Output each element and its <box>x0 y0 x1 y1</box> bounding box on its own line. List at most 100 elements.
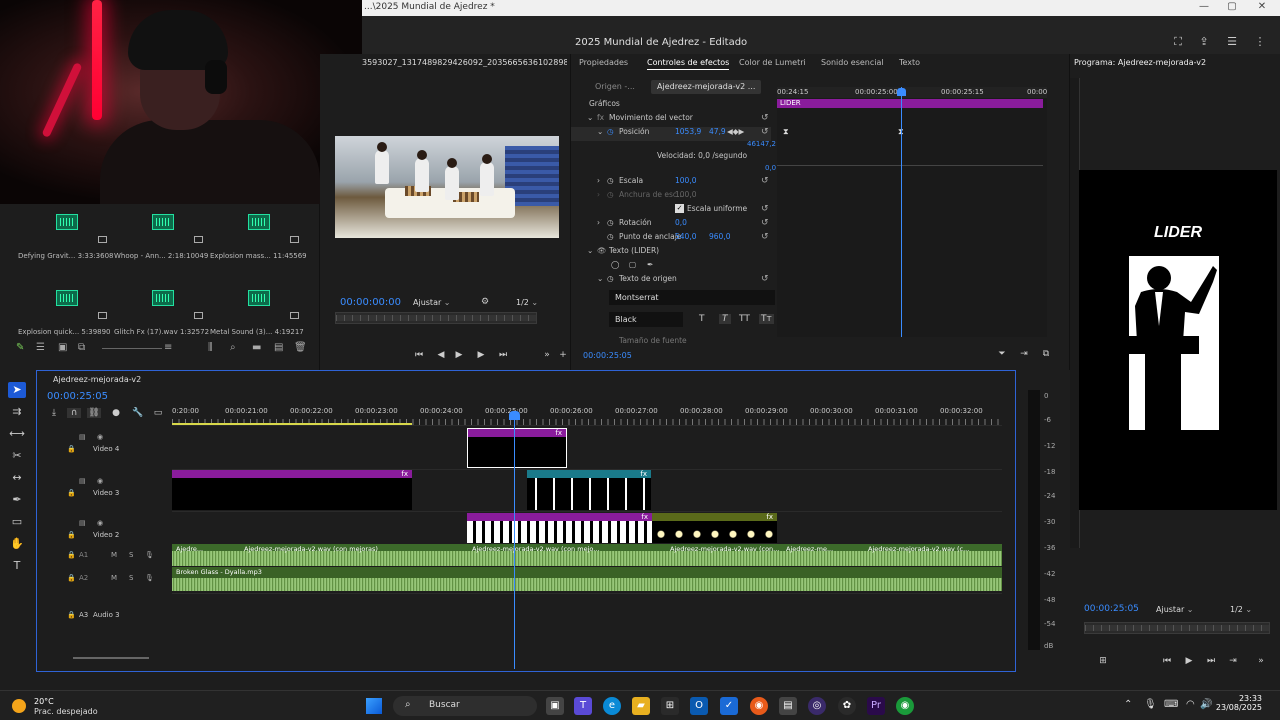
store-icon[interactable]: ⊞ <box>661 697 679 715</box>
capture-icon[interactable]: ✿ <box>838 697 856 715</box>
reset-icon[interactable]: ↺ <box>761 232 769 242</box>
eye-icon[interactable]: ◉ <box>97 433 103 441</box>
rotacion-value[interactable]: 0,0 <box>675 218 687 227</box>
step-forward-icon[interactable]: ⏭ <box>1204 656 1218 666</box>
reset-icon[interactable]: ↺ <box>761 204 769 214</box>
clip-lights[interactable]: fx <box>652 513 777 543</box>
stopwatch-icon[interactable]: ◷ <box>607 127 614 136</box>
filter-icon[interactable]: ⏷ <box>995 349 1009 359</box>
wifi-icon[interactable]: ◠ <box>1186 699 1195 710</box>
new-bin-icon[interactable]: ▬ <box>252 342 261 353</box>
anclaje-y[interactable]: 960,0 <box>709 232 730 241</box>
teams-icon[interactable]: T <box>574 697 592 715</box>
rect-mask-icon[interactable]: ▢ <box>629 260 636 269</box>
audio-lane-a1[interactable]: Ajedre... Ajedreez-mejorada-v2.wav (con … <box>172 544 1002 566</box>
share-icon[interactable]: ⇪ <box>1196 35 1212 49</box>
chevron-right-icon[interactable]: › <box>597 218 600 227</box>
lock-icon[interactable]: 🔒 <box>67 445 76 453</box>
mute-icon[interactable]: M <box>111 574 117 582</box>
film-icon[interactable]: ▤ <box>79 519 86 527</box>
icon-view-icon[interactable]: ▣ <box>58 342 67 353</box>
reset-icon[interactable]: ↺ <box>761 218 769 228</box>
sort-icon[interactable]: ≡ <box>164 342 172 353</box>
slip-tool-icon[interactable]: ↔ <box>8 470 26 486</box>
eye-icon[interactable]: ◉ <box>97 477 103 485</box>
source-timecode[interactable]: 00:00:00:00 <box>340 297 401 308</box>
volume-icon[interactable]: 🔊 <box>1200 699 1212 710</box>
tab-propiedades[interactable]: Propiedades <box>579 58 628 67</box>
program-timecode[interactable]: 00:00:25:05 <box>1084 604 1139 614</box>
clip-lider[interactable]: fx <box>467 428 567 468</box>
subtab-source[interactable]: Origen -... <box>589 80 641 94</box>
export-icon[interactable]: ⇥ <box>1017 349 1031 359</box>
file-explorer-icon[interactable]: ▰ <box>632 697 650 715</box>
mic-icon[interactable]: 🎙 <box>145 551 154 559</box>
more-icon[interactable]: » <box>540 350 554 360</box>
ellipse-mask-icon[interactable]: ◯ <box>611 260 619 269</box>
app-icon[interactable]: ▤ <box>779 697 797 715</box>
checkbox-checked-icon[interactable]: ✓ <box>675 204 684 213</box>
escala-value[interactable]: 100,0 <box>675 176 696 185</box>
bin-item[interactable]: Explosion mass... 11:45569 <box>210 210 306 270</box>
step-back-icon[interactable]: ⏮ <box>1160 656 1174 666</box>
chevron-down-icon[interactable]: ⌄ <box>597 127 603 136</box>
zoom-slider[interactable] <box>102 348 162 349</box>
chevron-right-icon[interactable]: › <box>597 176 600 185</box>
close-icon[interactable]: ✕ <box>1254 1 1270 12</box>
selection-tool-icon[interactable]: ➤ <box>8 382 26 398</box>
stopwatch-icon[interactable]: ◷ <box>607 232 614 241</box>
source-fit-dropdown[interactable]: Ajustar <box>413 298 451 307</box>
reset-icon[interactable]: ↺ <box>761 113 769 123</box>
film-icon[interactable]: ▤ <box>79 477 86 485</box>
row-posicion[interactable]: ⌄ ◷ Posición 1053,9 47,9 ◀◆▶ ↺ <box>571 127 771 141</box>
safe-margins-icon[interactable]: ⊞ <box>1096 656 1110 666</box>
audio-lane-a2[interactable]: Broken Glass - Dyalla.mp3 <box>172 567 1002 591</box>
type-tool-icon[interactable]: T <box>8 558 26 574</box>
search-box[interactable]: ⌕ Buscar <box>393 696 537 716</box>
razor-tool-icon[interactable]: ✂ <box>8 448 26 464</box>
reset-icon[interactable]: ↺ <box>761 274 769 284</box>
subtab-sequence[interactable]: Ajedreez-mejorada-v2 ... <box>651 80 762 94</box>
mic-icon[interactable]: 🎙 <box>145 574 154 582</box>
lock-icon[interactable]: 🔒 <box>67 551 76 559</box>
posicion-x[interactable]: 1053,9 <box>675 127 701 136</box>
mute-icon[interactable]: M <box>111 551 117 559</box>
stopwatch-icon[interactable]: ◷ <box>607 274 614 283</box>
stopwatch-icon[interactable]: ◷ <box>607 176 614 185</box>
solo-icon[interactable]: S <box>129 574 133 582</box>
clip-chess-thumbs[interactable]: fx <box>467 513 652 543</box>
next-edit-icon[interactable]: ⇥ <box>1226 656 1240 666</box>
row-escala-uniforme[interactable]: ✓ Escala uniforme ↺ <box>571 204 771 218</box>
frame-back-icon[interactable]: ◀ <box>434 350 448 360</box>
row-rotacion[interactable]: › ◷ Rotación 0,0 ↺ <box>571 218 771 232</box>
automate-icon[interactable]: ⫼ <box>208 342 213 353</box>
anclaje-x[interactable]: 540,0 <box>675 232 696 241</box>
program-resolution-dropdown[interactable]: 1/2 <box>1230 605 1252 614</box>
lock-icon[interactable]: 🔒 <box>67 489 76 497</box>
timeline-zoom-scrollbar[interactable] <box>73 657 149 659</box>
chrome-icon[interactable]: ◉ <box>896 697 914 715</box>
snap-icon[interactable]: ∩ <box>67 408 81 418</box>
obs-icon[interactable]: ◎ <box>808 697 826 715</box>
eye-icon[interactable]: ◉ <box>97 519 103 527</box>
step-forward-icon[interactable]: ⏭ <box>496 350 510 360</box>
delete-icon[interactable]: 🗑 <box>294 342 307 353</box>
pencil-icon[interactable]: ✎ <box>16 342 24 353</box>
bin-item[interactable]: Whoop - Ann... 2:18:10049 <box>114 210 210 270</box>
minimize-icon[interactable]: — <box>1196 1 1212 12</box>
font-family-field[interactable]: Montserrat <box>609 290 775 305</box>
find-icon[interactable]: ⌕ <box>230 342 236 353</box>
effect-timecode[interactable]: 00:00:25:05 <box>583 351 632 360</box>
clip-chess-pieces[interactable]: fx <box>527 470 651 510</box>
tab-effect-controls[interactable]: Controles de efectos <box>647 58 730 70</box>
reset-icon[interactable]: ↺ <box>761 127 769 137</box>
more-icon[interactable]: ⋮ <box>1252 35 1268 49</box>
row-texto-origen[interactable]: ⌄ ◷ Texto de origen ↺ <box>571 274 771 288</box>
bin-item[interactable]: Explosion quick... 5:39890 <box>18 286 114 346</box>
faux-italic-icon[interactable]: T <box>719 314 731 324</box>
windows-start-icon[interactable] <box>366 698 382 714</box>
clock[interactable]: 23:33 23/08/2025 <box>1212 694 1262 712</box>
source-resolution-dropdown[interactable]: 1/2 <box>516 298 538 307</box>
todo-icon[interactable]: ✓ <box>720 697 738 715</box>
sequence-tab[interactable]: Ajedreez-mejorada-v2 <box>53 375 141 384</box>
